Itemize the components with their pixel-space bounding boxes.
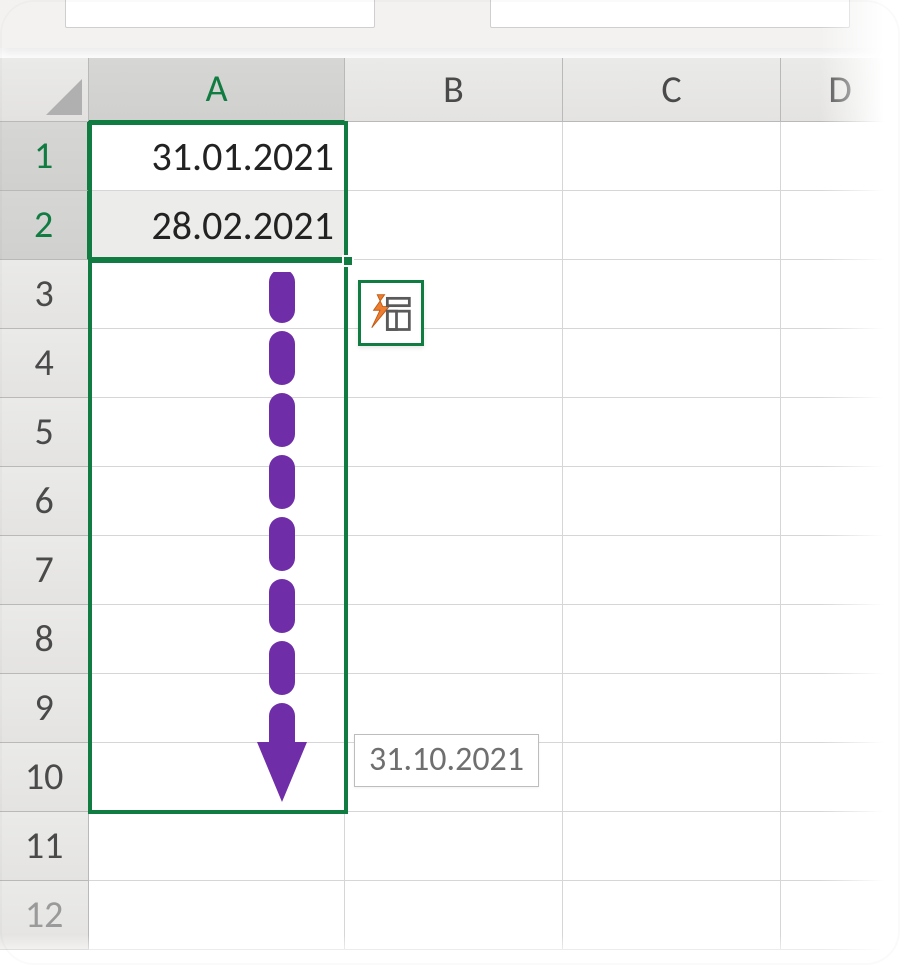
cell-C12[interactable] [563, 881, 781, 950]
cell-C7[interactable] [563, 536, 781, 605]
row: 6 [0, 467, 900, 536]
cell-C5[interactable] [563, 398, 781, 467]
row: 3 [0, 260, 900, 329]
row-header-7[interactable]: 7 [0, 536, 89, 605]
cell-C4[interactable] [563, 329, 781, 398]
cell-B9[interactable] [345, 674, 563, 743]
cell-D10[interactable] [781, 743, 900, 812]
cell-C6[interactable] [563, 467, 781, 536]
row: 2 28.02.2021 [0, 191, 900, 260]
cell-D4[interactable] [781, 329, 900, 398]
ribbon-group-box [490, 0, 850, 28]
cell-A8[interactable] [89, 605, 345, 674]
cell-B8[interactable] [345, 605, 563, 674]
row-header-12[interactable]: 12 [0, 881, 89, 950]
cell-D7[interactable] [781, 536, 900, 605]
cell-A2[interactable]: 28.02.2021 [89, 191, 345, 260]
row: 8 [0, 605, 900, 674]
cell-B7[interactable] [345, 536, 563, 605]
select-all-corner[interactable] [0, 58, 89, 122]
cell-D12[interactable] [781, 881, 900, 950]
cell-C2[interactable] [563, 191, 781, 260]
cell-A10[interactable] [89, 743, 345, 812]
row: 9 [0, 674, 900, 743]
cell-B5[interactable] [345, 398, 563, 467]
row-header-11[interactable]: 11 [0, 812, 89, 881]
row: 1 31.01.2021 [0, 122, 900, 191]
cell-A6[interactable] [89, 467, 345, 536]
cell-B11[interactable] [345, 812, 563, 881]
cell-B6[interactable] [345, 467, 563, 536]
cell-B12[interactable] [345, 881, 563, 950]
row: 7 [0, 536, 900, 605]
cell-C9[interactable] [563, 674, 781, 743]
fill-handle[interactable] [342, 255, 354, 267]
cell-A3[interactable] [89, 260, 345, 329]
quick-analysis-button[interactable] [358, 280, 424, 346]
cell-C10[interactable] [563, 743, 781, 812]
row-header-10[interactable]: 10 [0, 743, 89, 812]
row: 11 [0, 812, 900, 881]
row-header-8[interactable]: 8 [0, 605, 89, 674]
cell-B2[interactable] [345, 191, 563, 260]
rows: 1 31.01.2021 2 28.02.2021 3 4 [0, 122, 900, 950]
cell-A12[interactable] [89, 881, 345, 950]
ribbon-group-box [65, 0, 375, 28]
row: 12 [0, 881, 900, 950]
cell-A5[interactable] [89, 398, 345, 467]
cell-D6[interactable] [781, 467, 900, 536]
cell-C3[interactable] [563, 260, 781, 329]
row-header-3[interactable]: 3 [0, 260, 89, 329]
cell-C8[interactable] [563, 605, 781, 674]
cell-A4[interactable] [89, 329, 345, 398]
cell-D8[interactable] [781, 605, 900, 674]
cell-C11[interactable] [563, 812, 781, 881]
cell-D1[interactable] [781, 122, 900, 191]
row-header-4[interactable]: 4 [0, 329, 89, 398]
column-header-D[interactable]: D [781, 58, 900, 122]
row-header-6[interactable]: 6 [0, 467, 89, 536]
spreadsheet: A B C D 1 31.01.2021 2 28.02.2021 3 4 [0, 58, 900, 950]
column-header-C[interactable]: C [563, 58, 781, 122]
cell-C1[interactable] [563, 122, 781, 191]
cell-D11[interactable] [781, 812, 900, 881]
column-header-B[interactable]: B [345, 58, 563, 122]
row-header-9[interactable]: 9 [0, 674, 89, 743]
column-headers: A B C D [0, 58, 900, 122]
cell-A7[interactable] [89, 536, 345, 605]
quick-analysis-icon [369, 291, 413, 335]
cell-D2[interactable] [781, 191, 900, 260]
cell-B1[interactable] [345, 122, 563, 191]
row-header-5[interactable]: 5 [0, 398, 89, 467]
column-header-A[interactable]: A [89, 58, 345, 122]
cell-D3[interactable] [781, 260, 900, 329]
row: 5 [0, 398, 900, 467]
cell-A11[interactable] [89, 812, 345, 881]
cell-D5[interactable] [781, 398, 900, 467]
cell-A9[interactable] [89, 674, 345, 743]
cell-D9[interactable] [781, 674, 900, 743]
row-header-2[interactable]: 2 [0, 191, 89, 260]
cell-A1[interactable]: 31.01.2021 [89, 122, 345, 191]
row: 4 [0, 329, 900, 398]
row-header-1[interactable]: 1 [0, 122, 89, 191]
fill-preview-tooltip: 31.10.2021 [354, 734, 539, 787]
